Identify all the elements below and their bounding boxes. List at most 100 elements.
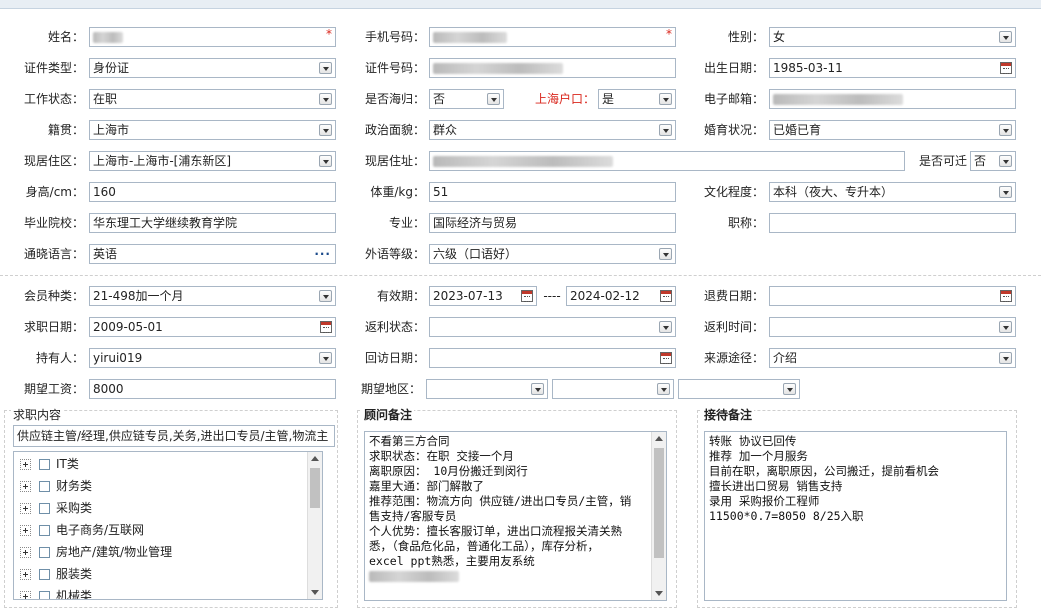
marital-status-select[interactable]: 已婚已育: [769, 120, 1016, 140]
tree-item-label: 服装类: [56, 567, 93, 581]
source-select[interactable]: 介绍: [769, 348, 1016, 368]
scroll-thumb[interactable]: [310, 468, 320, 508]
name-field[interactable]: *: [89, 27, 336, 47]
member-type-select[interactable]: 21-498加一个月: [89, 286, 336, 306]
chevron-down-icon[interactable]: [999, 124, 1012, 136]
validity-end-field[interactable]: 2024-02-12: [566, 286, 676, 306]
chevron-down-icon[interactable]: [659, 321, 672, 333]
returnee-select[interactable]: 否: [429, 89, 504, 109]
revisit-date-field[interactable]: [429, 348, 676, 368]
calendar-icon[interactable]: [320, 321, 332, 333]
chevron-down-icon[interactable]: [657, 383, 670, 395]
checkbox[interactable]: [39, 569, 50, 580]
rebate-time-select[interactable]: [769, 317, 1016, 337]
chevron-down-icon[interactable]: [319, 352, 332, 364]
calendar-icon[interactable]: [1000, 62, 1012, 74]
advisor-notes-textarea[interactable]: 不看第三方合同 求职状态：在职 交接一个月 离职原因： 10月份搬迁到闵行 嘉里…: [364, 431, 667, 601]
checkbox[interactable]: [39, 459, 50, 470]
chevron-down-icon[interactable]: [783, 383, 796, 395]
chevron-down-icon[interactable]: [999, 321, 1012, 333]
expand-icon[interactable]: [20, 503, 31, 514]
weight-field[interactable]: 51: [429, 182, 676, 202]
work-status-select[interactable]: 在职: [89, 89, 336, 109]
relocatable-select[interactable]: 否: [970, 151, 1016, 171]
scroll-thumb[interactable]: [654, 448, 664, 558]
calendar-icon[interactable]: [1000, 290, 1012, 302]
scroll-down-icon[interactable]: [655, 591, 663, 596]
tree-item[interactable]: 电子商务/互联网: [20, 520, 144, 540]
job-content-selected-field[interactable]: 供应链主管/经理,供应链专员,关务,进出口专员/主管,物流主: [13, 425, 335, 447]
expand-icon[interactable]: [20, 525, 31, 536]
notes-scrollbar[interactable]: [651, 432, 666, 600]
education-select[interactable]: 本科（夜大、专升本）: [769, 182, 1016, 202]
checkbox[interactable]: [39, 591, 50, 599]
tree-item-label: IT类: [56, 457, 79, 471]
expand-icon[interactable]: [20, 481, 31, 492]
chevron-down-icon[interactable]: [999, 352, 1012, 364]
native-place-select[interactable]: 上海市: [89, 120, 336, 140]
residence-address-field[interactable]: [429, 151, 905, 171]
expand-icon[interactable]: [20, 591, 31, 599]
more-icon[interactable]: ···: [314, 245, 331, 263]
tree-item[interactable]: 机械类: [20, 586, 92, 599]
scroll-up-icon[interactable]: [655, 436, 663, 441]
language-field[interactable]: 英语 ···: [89, 244, 336, 264]
chevron-down-icon[interactable]: [659, 124, 672, 136]
holder-select[interactable]: yirui019: [89, 348, 336, 368]
birth-date-field[interactable]: 1985-03-11: [769, 58, 1016, 78]
title-field[interactable]: [769, 213, 1016, 233]
calendar-icon[interactable]: [660, 352, 672, 364]
expected-area-province-select[interactable]: [426, 379, 548, 399]
chevron-down-icon[interactable]: [531, 383, 544, 395]
tree-item[interactable]: 采购类: [20, 498, 92, 518]
tree-item[interactable]: 服装类: [20, 564, 92, 584]
expected-area-district-select[interactable]: [678, 379, 800, 399]
rebate-status-select[interactable]: [429, 317, 676, 337]
chevron-down-icon[interactable]: [659, 93, 672, 105]
scroll-down-icon[interactable]: [311, 590, 319, 595]
mobile-field[interactable]: *: [429, 27, 676, 47]
reception-notes-textarea[interactable]: 转账 协议已回传 推荐 加一个月服务 目前在职，离职原因，公司搬迁，提前看机会 …: [704, 431, 1007, 601]
expected-area-city-select[interactable]: [552, 379, 674, 399]
chevron-down-icon[interactable]: [319, 93, 332, 105]
tree-item[interactable]: 财务类: [20, 476, 92, 496]
calendar-icon[interactable]: [521, 290, 533, 302]
tree-item[interactable]: IT类: [20, 454, 79, 474]
job-category-tree[interactable]: IT类 财务类 采购类 电子商务/互联网 房地产/建筑/物业管理 服装类 机械类: [13, 451, 323, 600]
chevron-down-icon[interactable]: [319, 62, 332, 74]
refund-date-field[interactable]: [769, 286, 1016, 306]
chevron-down-icon[interactable]: [487, 93, 500, 105]
validity-start-field[interactable]: 2023-07-13: [429, 286, 537, 306]
chevron-down-icon[interactable]: [319, 155, 332, 167]
calendar-icon[interactable]: [660, 290, 672, 302]
chevron-down-icon[interactable]: [999, 186, 1012, 198]
checkbox[interactable]: [39, 547, 50, 558]
checkbox[interactable]: [39, 503, 50, 514]
email-field[interactable]: [769, 89, 1016, 109]
height-field[interactable]: 160: [89, 182, 336, 202]
expected-salary-field[interactable]: 8000: [89, 379, 336, 399]
checkbox[interactable]: [39, 525, 50, 536]
political-status-select[interactable]: 群众: [429, 120, 676, 140]
job-seek-date-field[interactable]: 2009-05-01: [89, 317, 336, 337]
tree-scrollbar[interactable]: [307, 452, 322, 599]
chevron-down-icon[interactable]: [999, 155, 1012, 167]
id-number-field[interactable]: [429, 58, 676, 78]
scroll-up-icon[interactable]: [311, 456, 319, 461]
expand-icon[interactable]: [20, 547, 31, 558]
chevron-down-icon[interactable]: [319, 290, 332, 302]
residence-area-select[interactable]: 上海市-上海市-[浦东新区]: [89, 151, 336, 171]
major-field[interactable]: 国际经济与贸易: [429, 213, 676, 233]
school-field[interactable]: 华东理工大学继续教育学院: [89, 213, 336, 233]
expand-icon[interactable]: [20, 569, 31, 580]
expand-icon[interactable]: [20, 459, 31, 470]
tree-item[interactable]: 房地产/建筑/物业管理: [20, 542, 172, 562]
chevron-down-icon[interactable]: [319, 124, 332, 136]
chevron-down-icon[interactable]: [999, 31, 1012, 43]
chevron-down-icon[interactable]: [659, 248, 672, 260]
language-level-select[interactable]: 六级（口语好）: [429, 244, 676, 264]
id-type-select[interactable]: 身份证: [89, 58, 336, 78]
checkbox[interactable]: [39, 481, 50, 492]
shanghai-hukou-select[interactable]: 是: [598, 89, 676, 109]
gender-select[interactable]: 女: [769, 27, 1016, 47]
